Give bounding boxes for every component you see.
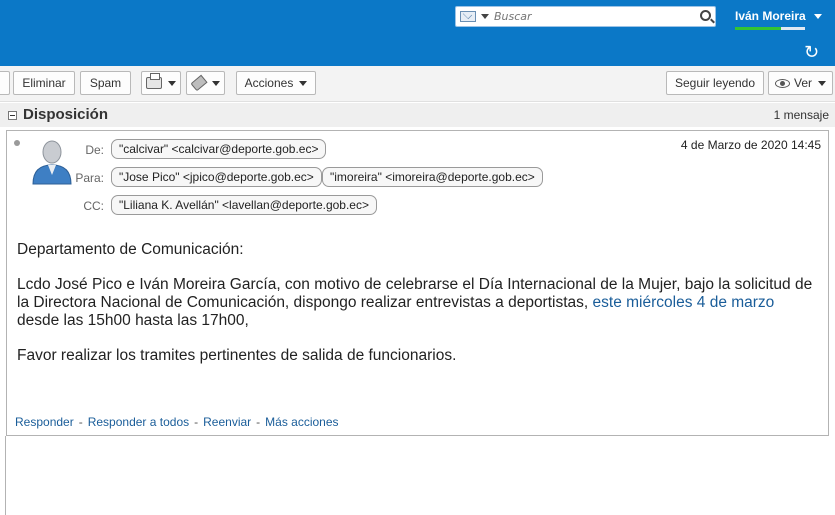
conversation-subject: Disposición — [23, 106, 109, 123]
search-icon[interactable] — [700, 10, 711, 21]
to-contact-chip[interactable]: "imoreira" <imoreira@deporte.gob.ec> — [322, 167, 543, 187]
message-date: 4 de Marzo de 2020 14:45 — [680, 138, 821, 152]
cc-label: CC: — [83, 199, 104, 213]
print-button[interactable] — [141, 71, 181, 95]
chevron-down-icon — [168, 80, 176, 86]
greeting: Departamento de Comunicación: — [17, 241, 244, 258]
spam-button-label: Spam — [89, 76, 122, 90]
view-button[interactable]: Ver — [768, 71, 833, 95]
user-menu-caret-icon[interactable] — [814, 14, 822, 19]
message-count: 1 mensaje — [773, 108, 829, 122]
message-panel: De: "calcivar" <calcivar@deporte.gob.ec>… — [6, 130, 829, 436]
date-link[interactable]: 4 de marzo — [697, 294, 775, 311]
chevron-down-icon — [211, 80, 220, 86]
actions-button[interactable]: Acciones — [236, 71, 316, 95]
print-icon — [146, 73, 162, 89]
body-paragraph: Favor realizar los tramites pertinentes … — [17, 347, 457, 364]
message-actions: Responder - Responder a todos - Reenviar - Más… — [15, 415, 339, 429]
delete-button-label: Eliminar — [22, 76, 66, 90]
separator: - — [256, 415, 261, 429]
to-label: Para: — [75, 171, 104, 185]
tag-button[interactable] — [186, 71, 225, 95]
eye-icon — [774, 78, 790, 88]
separator: - — [194, 415, 199, 429]
forward-link[interactable]: Reenviar — [203, 415, 251, 429]
reply-link[interactable]: Responder — [15, 415, 74, 429]
quota-bar-fill — [735, 27, 781, 30]
reply-all-link[interactable]: Responder a todos — [88, 415, 189, 429]
search-scope-dropdown-icon[interactable] — [481, 14, 489, 19]
actions-button-label: Acciones — [244, 76, 294, 90]
pane-border — [5, 436, 6, 515]
read-status-dot-icon[interactable] — [14, 140, 20, 146]
tag-icon — [189, 74, 208, 92]
quota-bar — [735, 27, 805, 30]
message-body: Departamento de Comunicación: Lcdo José … — [17, 241, 817, 382]
date-link[interactable]: este miércoles — [593, 294, 693, 311]
chevron-down-icon — [299, 80, 308, 86]
view-button-label: Ver — [793, 76, 812, 90]
user-name[interactable]: Iván Moreira — [735, 9, 806, 23]
spam-button[interactable]: Spam — [80, 71, 131, 95]
chevron-down-icon — [818, 80, 826, 86]
mail-icon[interactable] — [460, 11, 476, 22]
from-label: De: — [85, 143, 104, 157]
from-contact-chip[interactable]: "calcivar" <calcivar@deporte.gob.ec> — [111, 139, 327, 159]
to-contact-chip[interactable]: "Jose Pico" <jpico@deporte.gob.ec> — [111, 167, 322, 187]
top-header: Iván Moreira ↻ — [0, 0, 835, 66]
toolbar: Eliminar Spam Acciones Seguir leyendo Ve… — [0, 66, 835, 102]
collapse-icon[interactable] — [8, 111, 17, 120]
conversation-header: Disposición 1 mensaje — [0, 103, 835, 127]
search-box[interactable] — [455, 6, 716, 27]
cc-contact-chip[interactable]: "Liliana K. Avellán" <lavellan@deporte.g… — [111, 195, 377, 215]
refresh-icon[interactable]: ↻ — [804, 42, 819, 63]
body-paragraph: Lcdo José Pico e Iván Moreira García, co… — [17, 276, 817, 330]
delete-button[interactable]: Eliminar — [13, 71, 75, 95]
separator: - — [78, 415, 83, 429]
more-actions-link[interactable]: Más acciones — [265, 415, 338, 429]
keep-reading-button[interactable]: Seguir leyendo — [666, 71, 764, 95]
search-input[interactable] — [494, 8, 694, 25]
body-text: desde las 15h00 hasta las 17h00, — [17, 312, 249, 329]
keep-reading-label: Seguir leyendo — [674, 76, 756, 90]
prev-toolbar-button-edge[interactable] — [0, 71, 10, 95]
